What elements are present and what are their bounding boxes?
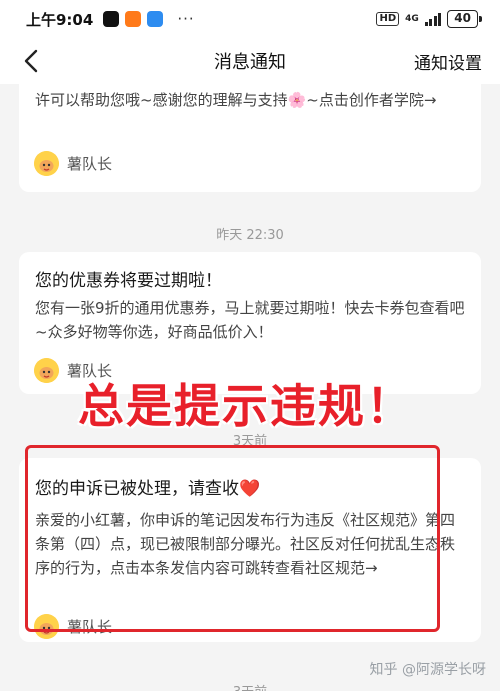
status-time: 上午9:04 [26,10,94,29]
more-notifications-icon: ··· [177,10,195,28]
battery-icon: 40 [447,10,482,28]
page-title: 消息通知 [214,52,286,73]
signal-icon [424,12,442,26]
message-title: 您的优惠券将要过期啦！ [35,271,222,291]
back-button[interactable] [14,44,48,78]
highlight-box [25,445,440,632]
message-list: 许可以帮助您哦~感谢您的理解与支持🌸~点击创作者学院→ 薯队长 昨天 22:30… [0,84,500,691]
status-bar: 上午9:04 ··· HD 4G 40 [0,0,500,38]
potato-mascot-icon [34,358,59,383]
shopping-app-icon [125,11,142,27]
status-indicators: HD 4G 40 [376,10,482,28]
sender-name: 薯队长 [67,155,113,173]
annotation-text: 总是提示违规！ [78,379,414,433]
potato-mascot-icon [34,151,59,176]
hd-icon: HD [376,12,400,26]
timestamp: 3天前 [0,681,500,691]
status-app-icons [103,11,164,27]
chevron-left-icon [24,49,38,73]
message-sender: 薯队长 [34,151,112,176]
messaging-app-icon [147,11,164,27]
avatar [34,358,59,383]
network-type: 4G [405,14,419,24]
avatar [34,151,59,176]
notification-settings-button[interactable]: 通知设置 [414,49,482,74]
message-body: 许可以帮助您哦~感谢您的理解与支持🌸~点击创作者学院→ [35,91,437,109]
message-body: 您有一张9折的通用优惠券，马上就要过期啦！快去卡券包查看吧~众多好物等你选，好商… [35,299,465,341]
timestamp: 昨天 22:30 [216,228,284,243]
nav-bar: 消息通知 通知设置 [0,38,500,84]
message-card[interactable]: 许可以帮助您哦~感谢您的理解与支持🌸~点击创作者学院→ 薯队长 [19,84,481,192]
tiktok-icon [103,11,120,27]
watermark: 知乎 @阿源学长呀 [369,662,486,678]
